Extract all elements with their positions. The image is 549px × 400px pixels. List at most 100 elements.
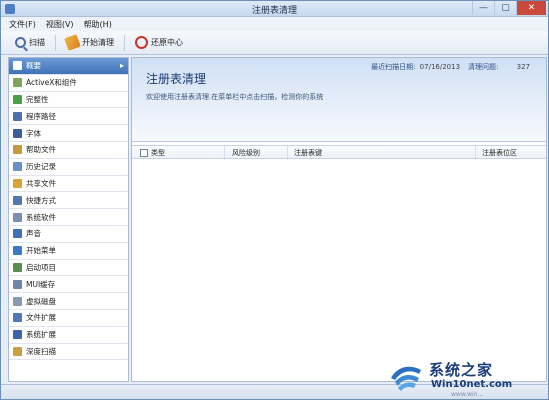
sidebar-item-deep-scan[interactable]: 深度扫描 (9, 344, 128, 361)
maximize-button[interactable]: ▢ (494, 1, 516, 15)
column-divider (224, 146, 225, 160)
issues-stat: 清理问题: 327 (468, 62, 530, 72)
startup-icon (13, 262, 22, 272)
page-title: 注册表清理 (146, 72, 207, 86)
scan-button[interactable]: 扫描 (11, 34, 49, 52)
integrity-icon (13, 94, 22, 104)
sidebar-item-system-software[interactable]: 系统软件 (9, 209, 128, 226)
page-description: 欢迎使用注册表清理.在菜单栏中点击扫描，检测你的系统 (146, 93, 324, 101)
sidebar-item-summary[interactable]: 概要 (9, 58, 128, 75)
shared-file-icon (13, 178, 22, 188)
sidebar-item-system-extension[interactable]: 系统扩展 (9, 327, 128, 344)
sidebar-item-label: 启动项目 (26, 262, 56, 272)
app-window: 注册表清理 — ▢ ✕ 文件(F) 视图(V) 帮助(H) 扫描 开始清理 还原… (0, 0, 549, 400)
system-software-icon (13, 212, 22, 222)
toolbar-separator (124, 34, 125, 51)
watermark: 系统之家 Win10net.com www.win... (385, 356, 545, 400)
help-file-icon (13, 145, 22, 155)
windows-logo-icon (391, 366, 421, 391)
mui-cache-icon (13, 279, 22, 289)
sidebar-item-label: 完整性 (26, 94, 49, 104)
sidebar-item-virtual-disk[interactable]: 虚拟磁盘 (9, 293, 128, 310)
sidebar-item-label: MUI缓存 (26, 279, 56, 289)
sidebar-item-startup[interactable]: 启动项目 (9, 260, 128, 277)
deep-scan-icon (13, 346, 22, 356)
menu-help[interactable]: 帮助(H) (84, 19, 112, 30)
sidebar-item-label: 共享文件 (26, 178, 56, 188)
broom-icon (64, 34, 81, 51)
sidebar-item-label: ActiveX和组件 (26, 78, 77, 88)
summary-icon (13, 61, 22, 71)
sidebar-item-label: 快捷方式 (26, 195, 56, 205)
window-title: 注册表清理 (251, 6, 297, 16)
sidebar: 概要 ActiveX和组件 完整性 程序路径 字体 帮助文件 历史记录 共享文 (8, 57, 129, 382)
last-scan-value: 07/16/2013 (419, 63, 461, 71)
sidebar-item-label: 开始菜单 (26, 246, 56, 256)
file-extension-icon (13, 313, 22, 323)
sidebar-item-activex[interactable]: ActiveX和组件 (9, 75, 128, 92)
sidebar-item-shortcut[interactable]: 快捷方式 (9, 192, 128, 210)
shortcut-icon (13, 195, 22, 205)
sidebar-item-help-file[interactable]: 帮助文件 (9, 142, 128, 159)
restore-icon (135, 36, 148, 49)
start-clean-button[interactable]: 开始清理 (62, 34, 118, 52)
restore-label: 还原中心 (151, 38, 183, 47)
column-type[interactable]: 类型 (140, 148, 165, 158)
summary-header: 注册表清理 欢迎使用注册表清理.在菜单栏中点击扫描，检测你的系统 最近扫描日期:… (132, 58, 546, 142)
sidebar-item-font[interactable]: 字体 (9, 125, 128, 142)
menu-view[interactable]: 视图(V) (46, 19, 74, 30)
sidebar-item-label: 字体 (26, 128, 41, 138)
virtual-disk-icon (13, 296, 22, 306)
sidebar-item-label: 历史记录 (26, 162, 56, 172)
sidebar-item-label: 虚拟磁盘 (26, 296, 56, 306)
sidebar-item-label: 系统扩展 (26, 330, 56, 340)
sidebar-item-label: 系统软件 (26, 212, 56, 222)
activex-icon (13, 78, 22, 88)
sidebar-item-label: 程序路径 (26, 111, 56, 121)
results-table-body (132, 160, 546, 381)
watermark-domain: Win10net.com (431, 379, 513, 390)
restore-center-button[interactable]: 还原中心 (131, 34, 187, 52)
close-button[interactable]: ✕ (516, 1, 546, 15)
column-type-label: 类型 (151, 149, 165, 157)
sidebar-item-mui-cache[interactable]: MUI缓存 (9, 276, 128, 294)
program-path-icon (13, 111, 22, 121)
results-table-header: 类型 风险级别 注册表键 注册表位区 (132, 145, 546, 160)
sidebar-item-start-menu[interactable]: 开始菜单 (9, 243, 128, 260)
scan-stats: 最近扫描日期: 07/16/2013 清理问题: 327 (371, 62, 530, 72)
window-controls: — ▢ ✕ (472, 1, 546, 16)
watermark-url: www.win... (451, 391, 484, 398)
minimize-button[interactable]: — (472, 1, 494, 15)
menu-file[interactable]: 文件(F) (9, 19, 36, 30)
column-location[interactable]: 注册表位区 (482, 148, 517, 158)
magnifier-icon (15, 37, 26, 48)
column-divider (287, 146, 288, 160)
scan-label: 扫描 (29, 38, 45, 47)
last-scan-stat: 最近扫描日期: 07/16/2013 (371, 62, 460, 72)
toolbar-separator (55, 34, 56, 51)
issues-label: 清理问题: (468, 63, 499, 71)
watermark-brand: 系统之家 (429, 361, 494, 379)
sidebar-item-file-extension[interactable]: 文件扩展 (9, 310, 128, 327)
column-divider (475, 146, 476, 160)
sidebar-item-shared-file[interactable]: 共享文件 (9, 176, 128, 193)
toolbar: 扫描 开始清理 还原中心 (1, 31, 548, 55)
sidebar-item-label: 帮助文件 (26, 145, 56, 155)
clean-label: 开始清理 (82, 38, 114, 47)
sidebar-item-integrity[interactable]: 完整性 (9, 92, 128, 109)
start-menu-icon (13, 246, 22, 256)
sidebar-item-sound[interactable]: 声音 (9, 226, 128, 243)
history-icon (13, 162, 22, 172)
system-extension-icon (13, 330, 22, 340)
last-scan-label: 最近扫描日期: (371, 63, 416, 71)
column-key[interactable]: 注册表键 (294, 148, 322, 158)
sidebar-item-label: 声音 (26, 229, 41, 239)
font-icon (13, 128, 22, 138)
sidebar-item-program-path[interactable]: 程序路径 (9, 108, 128, 126)
menu-bar: 文件(F) 视图(V) 帮助(H) (1, 17, 548, 31)
column-risk[interactable]: 风险级别 (232, 148, 260, 158)
sidebar-item-label: 概要 (26, 61, 41, 71)
title-bar: 注册表清理 — ▢ ✕ (1, 1, 548, 17)
select-all-checkbox[interactable] (140, 149, 148, 157)
sidebar-item-history[interactable]: 历史记录 (9, 159, 128, 176)
